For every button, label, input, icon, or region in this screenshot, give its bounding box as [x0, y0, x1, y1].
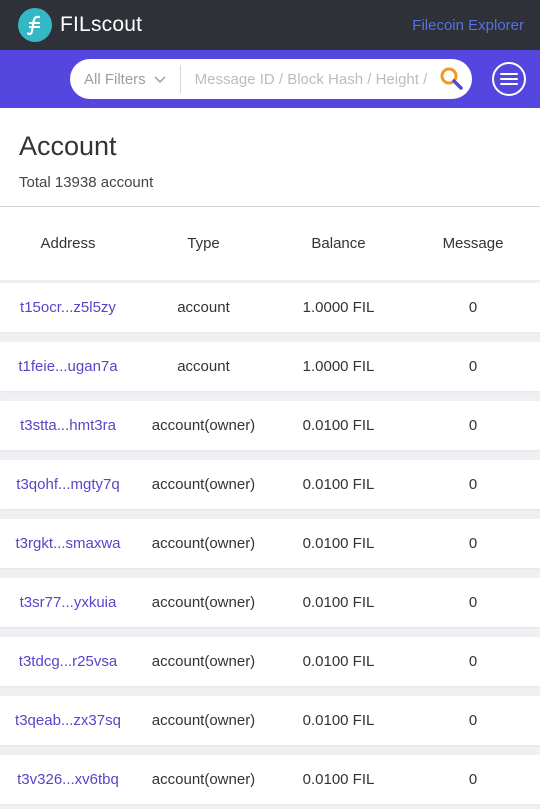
message-cell: 0 — [468, 535, 478, 552]
top-navbar: FILscout Filecoin Explorer — [0, 0, 540, 50]
message-cell: 0 — [468, 653, 478, 670]
balance-cell: 1.0000 FIL — [302, 358, 375, 375]
table-row: t3v326...xv6tbq account(owner) 0.0100 FI… — [0, 755, 540, 804]
search-input[interactable] — [180, 70, 434, 88]
balance-cell: 0.0100 FIL — [302, 771, 375, 788]
balance-cell: 0.0100 FIL — [302, 712, 375, 729]
balance-cell: 0.0100 FIL — [302, 417, 375, 434]
address-link[interactable]: t3sr77...yxkuia — [0, 594, 136, 611]
address-link[interactable]: t3qeab...zx37sq — [0, 712, 136, 729]
brand-name: FILscout — [60, 13, 143, 36]
account-table-body: t15ocr...z5l5zy account 1.0000 FIL 0 t1f… — [0, 283, 540, 804]
balance-cell: 0.0100 FIL — [302, 653, 375, 670]
filter-label: All Filters — [84, 70, 146, 88]
balance-cell: 0.0100 FIL — [302, 594, 375, 611]
table-row: t3tdcg...r25vsa account(owner) 0.0100 FI… — [0, 637, 540, 686]
chevron-down-icon — [154, 71, 166, 88]
message-cell: 0 — [468, 299, 478, 316]
message-cell: 0 — [468, 594, 478, 611]
type-cell: account(owner) — [151, 535, 256, 552]
search-icon[interactable] — [434, 61, 470, 97]
address-link[interactable]: t15ocr...z5l5zy — [0, 299, 136, 316]
type-cell: account(owner) — [151, 712, 256, 729]
balance-cell: 0.0100 FIL — [302, 535, 375, 552]
page-title: Account — [19, 131, 117, 161]
table-row: t3qohf...mgty7q account(owner) 0.0100 FI… — [0, 460, 540, 509]
message-cell: 0 — [468, 712, 478, 729]
filecoin-explorer-link[interactable]: Filecoin Explorer — [412, 17, 524, 34]
page-header: Account Total 13938 account — [0, 108, 540, 206]
hamburger-menu-icon[interactable] — [492, 62, 526, 96]
table-row: t3rgkt...smaxwa account(owner) 0.0100 FI… — [0, 519, 540, 568]
message-cell: 0 — [468, 771, 478, 788]
filter-dropdown[interactable]: All Filters — [84, 65, 181, 93]
column-header-balance: Balance — [311, 235, 366, 252]
address-link[interactable]: t3v326...xv6tbq — [0, 771, 136, 788]
table-row: t15ocr...z5l5zy account 1.0000 FIL 0 — [0, 283, 540, 332]
table-row: t3sr77...yxkuia account(owner) 0.0100 FI… — [0, 578, 540, 627]
filecoin-logo-icon — [18, 8, 52, 42]
message-cell: 0 — [468, 417, 478, 434]
message-cell: 0 — [468, 476, 478, 493]
brand[interactable]: FILscout — [18, 8, 142, 42]
address-link[interactable]: t3stta...hmt3ra — [0, 417, 136, 434]
column-header-message: Message — [442, 235, 504, 252]
address-link[interactable]: t3tdcg...r25vsa — [0, 653, 136, 670]
search-bar: All Filters — [0, 50, 540, 108]
column-header-type: Type — [187, 235, 220, 252]
balance-cell: 1.0000 FIL — [302, 299, 375, 316]
balance-cell: 0.0100 FIL — [302, 476, 375, 493]
type-cell: account — [177, 299, 230, 316]
type-cell: account(owner) — [151, 594, 256, 611]
address-link[interactable]: t3qohf...mgty7q — [0, 476, 136, 493]
type-cell: account — [177, 358, 230, 375]
address-link[interactable]: t1feie...ugan7a — [0, 358, 136, 375]
type-cell: account(owner) — [151, 476, 256, 493]
table-row: t1feie...ugan7a account 1.0000 FIL 0 — [0, 342, 540, 391]
search-box: All Filters — [70, 59, 472, 99]
table-header: Address Type Balance Message — [0, 206, 540, 280]
table-row: t3qeab...zx37sq account(owner) 0.0100 FI… — [0, 696, 540, 745]
type-cell: account(owner) — [151, 771, 256, 788]
message-cell: 0 — [468, 358, 478, 375]
type-cell: account(owner) — [151, 653, 256, 670]
address-link[interactable]: t3rgkt...smaxwa — [0, 535, 136, 552]
column-header-address: Address — [40, 235, 96, 252]
account-total: Total 13938 account — [19, 174, 154, 191]
type-cell: account(owner) — [151, 417, 256, 434]
table-row: t3stta...hmt3ra account(owner) 0.0100 FI… — [0, 401, 540, 450]
